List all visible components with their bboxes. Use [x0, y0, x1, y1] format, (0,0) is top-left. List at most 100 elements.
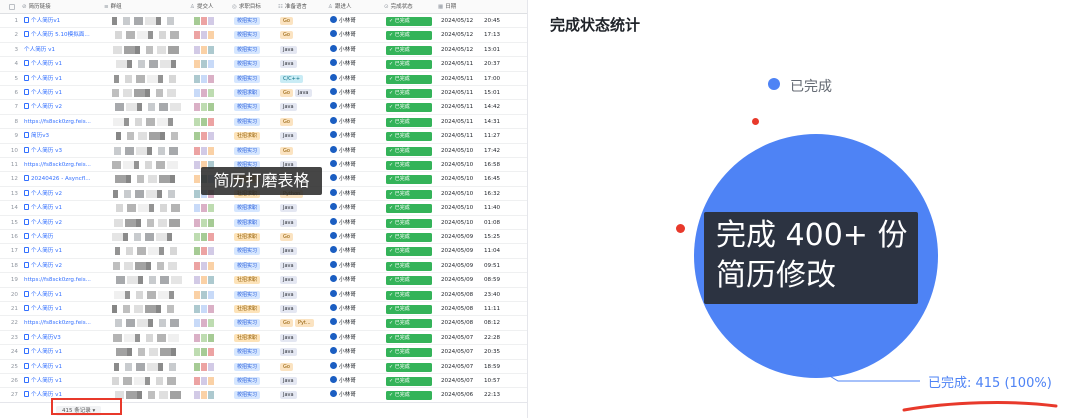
- resume-link-cell[interactable]: 个人简历v1: [24, 14, 102, 28]
- column-header-follower[interactable]: ♙ 跟进人: [328, 0, 382, 14]
- follower-cell[interactable]: 小林哥: [330, 100, 382, 114]
- resume-link-cell[interactable]: 个人简历 v1: [24, 288, 102, 302]
- table-row[interactable]: 24 个人简历 v1 校招实习 Java 小林哥 ✓ 已完成 2024/05/07 20:35: [0, 345, 527, 360]
- status-cell[interactable]: ✓ 已完成: [386, 100, 436, 114]
- time-cell[interactable]: 16:45: [484, 172, 514, 186]
- resume-link-cell[interactable]: 个人简历 v1: [24, 360, 102, 374]
- time-cell[interactable]: 23:40: [484, 288, 514, 302]
- follower-cell[interactable]: 小林哥: [330, 115, 382, 129]
- job-goal-cell[interactable]: 校招实习: [234, 144, 276, 158]
- status-cell[interactable]: ✓ 已完成: [386, 201, 436, 215]
- language-cell[interactable]: Java: [280, 43, 326, 57]
- column-header-language[interactable]: ☷ 准备语言: [278, 0, 326, 14]
- status-cell[interactable]: ✓ 已完成: [386, 14, 436, 28]
- time-cell[interactable]: 14:31: [484, 115, 514, 129]
- resume-link-text[interactable]: 个人简历v1: [31, 18, 60, 24]
- resume-link-cell[interactable]: 个人简历 v2: [24, 216, 102, 230]
- table-row[interactable]: 14 个人简历 v1 校招求职 Java 小林哥 ✓ 已完成 2024/05/10 11:40: [0, 201, 527, 216]
- follower-cell[interactable]: 小林哥: [330, 144, 382, 158]
- column-header-date[interactable]: ▦ 日期: [438, 0, 518, 14]
- time-cell[interactable]: 22:13: [484, 388, 514, 402]
- resume-link-cell[interactable]: 个人简历: [24, 230, 102, 244]
- resume-link-text[interactable]: 个人简历 v2: [31, 263, 62, 269]
- language-cell[interactable]: Java: [280, 57, 326, 71]
- job-goal-cell[interactable]: 校招实习: [234, 43, 276, 57]
- time-cell[interactable]: 14:42: [484, 100, 514, 114]
- table-row[interactable]: 17 个人简历 v1 校招实习 Java 小林哥 ✓ 已完成 2024/05/09 11:04: [0, 244, 527, 259]
- date-cell[interactable]: 2024/05/07: [441, 345, 481, 359]
- resume-link-text[interactable]: 个人简历 v1: [31, 306, 62, 312]
- date-cell[interactable]: 2024/05/07: [441, 360, 481, 374]
- status-cell[interactable]: ✓ 已完成: [386, 72, 436, 86]
- time-cell[interactable]: 16:58: [484, 158, 514, 172]
- time-cell[interactable]: 17:42: [484, 144, 514, 158]
- table-row[interactable]: 3 个人简历 v1 校招实习 Java 小林哥 ✓ 已完成 2024/05/12 13:01: [0, 43, 527, 58]
- job-goal-cell[interactable]: 校招实习: [234, 57, 276, 71]
- job-goal-cell[interactable]: 校招实习: [234, 72, 276, 86]
- status-cell[interactable]: ✓ 已完成: [386, 43, 436, 57]
- follower-cell[interactable]: 小林哥: [330, 28, 382, 42]
- table-row[interactable]: 16 个人简历 社招求职 Go 小林哥 ✓ 已完成 2024/05/09 15:25: [0, 230, 527, 245]
- follower-cell[interactable]: 小林哥: [330, 259, 382, 273]
- job-goal-cell[interactable]: 校招实习: [234, 259, 276, 273]
- follower-cell[interactable]: 小林哥: [330, 158, 382, 172]
- time-cell[interactable]: 18:59: [484, 360, 514, 374]
- resume-link-text[interactable]: 个人简历 v1: [31, 76, 62, 82]
- resume-link-text[interactable]: https://fs8sck0zrg.feis...: [24, 162, 91, 168]
- date-cell[interactable]: 2024/05/09: [441, 230, 481, 244]
- follower-cell[interactable]: 小林哥: [330, 43, 382, 57]
- table-row[interactable]: 20 个人简历 v1 校招实习 Java 小林哥 ✓ 已完成 2024/05/08 23:40: [0, 288, 527, 302]
- table-row[interactable]: 19 https://fs8sck0zrg.feis... 社招求职 Java 小林哥 ✓…: [0, 273, 527, 288]
- time-cell[interactable]: 20:35: [484, 345, 514, 359]
- date-cell[interactable]: 2024/05/11: [441, 100, 481, 114]
- resume-link-cell[interactable]: 个人简历 5.10模拟面...: [24, 28, 102, 42]
- status-cell[interactable]: ✓ 已完成: [386, 230, 436, 244]
- language-cell[interactable]: Java: [280, 388, 326, 402]
- status-cell[interactable]: ✓ 已完成: [386, 331, 436, 345]
- date-cell[interactable]: 2024/05/11: [441, 86, 481, 100]
- job-goal-cell[interactable]: 校招实习: [234, 360, 276, 374]
- follower-cell[interactable]: 小林哥: [330, 72, 382, 86]
- follower-cell[interactable]: 小林哥: [330, 230, 382, 244]
- language-cell[interactable]: Go: [280, 28, 326, 42]
- status-cell[interactable]: ✓ 已完成: [386, 244, 436, 258]
- date-cell[interactable]: 2024/05/10: [441, 216, 481, 230]
- date-cell[interactable]: 2024/05/12: [441, 14, 481, 28]
- resume-link-cell[interactable]: 个人简历 v1: [24, 302, 102, 316]
- follower-cell[interactable]: 小林哥: [330, 316, 382, 330]
- language-cell[interactable]: Java: [280, 100, 326, 114]
- follower-cell[interactable]: 小林哥: [330, 57, 382, 71]
- resume-link-text[interactable]: 个人简历 v1: [31, 61, 62, 67]
- date-cell[interactable]: 2024/05/10: [441, 187, 481, 201]
- follower-cell[interactable]: 小林哥: [330, 273, 382, 287]
- language-cell[interactable]: Go Pyt...: [280, 316, 326, 330]
- resume-link-text[interactable]: https://fs8sck0zrg.feis...: [24, 277, 91, 283]
- job-goal-cell[interactable]: 社招求职: [234, 230, 276, 244]
- date-cell[interactable]: 2024/05/08: [441, 288, 481, 302]
- table-row[interactable]: 2 个人简历 5.10模拟面... 校招实习 Go 小林哥 ✓ 已完成 2024/05/12…: [0, 28, 527, 43]
- job-goal-cell[interactable]: 校招求职: [234, 86, 276, 100]
- status-cell[interactable]: ✓ 已完成: [386, 172, 436, 186]
- resume-link-cell[interactable]: 个人简历 v2: [24, 100, 102, 114]
- job-goal-cell[interactable]: 社招求职: [234, 302, 276, 316]
- follower-cell[interactable]: 小林哥: [330, 129, 382, 143]
- column-header-goal[interactable]: ◎ 求职目标: [232, 0, 276, 14]
- job-goal-cell[interactable]: 校招实习: [234, 316, 276, 330]
- status-cell[interactable]: ✓ 已完成: [386, 345, 436, 359]
- language-cell[interactable]: Java: [280, 129, 326, 143]
- language-cell[interactable]: Java: [280, 259, 326, 273]
- resume-link-cell[interactable]: 个人简历 v1: [24, 345, 102, 359]
- time-cell[interactable]: 22:28: [484, 331, 514, 345]
- resume-link-cell[interactable]: 个人简历 v1: [24, 57, 102, 71]
- language-cell[interactable]: Go: [280, 360, 326, 374]
- time-cell[interactable]: 08:59: [484, 273, 514, 287]
- follower-cell[interactable]: 小林哥: [330, 244, 382, 258]
- language-cell[interactable]: Java: [280, 288, 326, 302]
- time-cell[interactable]: 17:00: [484, 72, 514, 86]
- date-cell[interactable]: 2024/05/08: [441, 316, 481, 330]
- column-header-link[interactable]: ⊘ 简历链接: [22, 0, 102, 14]
- job-goal-cell[interactable]: 校招实习: [234, 345, 276, 359]
- table-row[interactable]: 5 个人简历 v1 校招实习 C/C++ 小林哥 ✓ 已完成 2024/05/11 17:00: [0, 72, 527, 86]
- resume-link-cell[interactable]: 个人简历 v1: [24, 43, 102, 57]
- time-cell[interactable]: 20:45: [484, 14, 514, 28]
